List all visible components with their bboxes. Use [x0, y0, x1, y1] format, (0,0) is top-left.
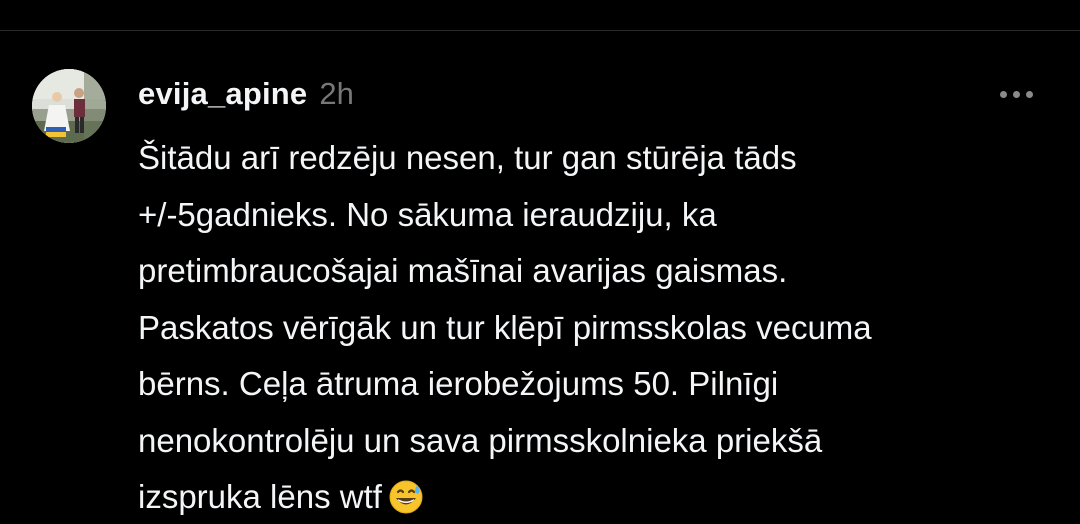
comment-line: Paskatos vērīgāk un tur klēpī pirmsskola…	[138, 308, 872, 346]
timestamp: 2h	[319, 76, 354, 111]
more-options-button[interactable]	[994, 80, 1038, 108]
comment-body: Šitādu arī redzēju nesen, tur gan stūrēj…	[138, 130, 1038, 524]
comment-line: +/-5gadnieks. No sākuma ieraudziju, ka	[138, 195, 717, 233]
username-link[interactable]: evija_apine	[138, 76, 307, 112]
comment-line: izspruka lēns wtf	[138, 478, 382, 515]
avatar-photo	[32, 69, 106, 143]
comment-header: evija_apine 2h	[138, 74, 354, 114]
comment-line: nenokontrolēju un sava pirmsskolnieka pr…	[138, 421, 823, 459]
comment-line: bērns. Ceļa ātruma ierobežojums 50. Piln…	[138, 365, 779, 402]
more-horizontal-icon	[999, 90, 1007, 98]
comment-last-line: izspruka lēns wtf	[138, 469, 1038, 524]
more-horizontal-icon-dot	[1025, 90, 1033, 98]
grinning-face-with-sweat-icon	[388, 476, 424, 524]
top-divider	[0, 30, 1080, 31]
avatar[interactable]	[32, 69, 106, 143]
comment-line: Šitādu arī redzēju nesen, tur gan stūrēj…	[138, 139, 797, 176]
more-horizontal-icon-dot	[1012, 90, 1020, 98]
comment-line: pretimbraucošajai mašīnai avarijas gaism…	[138, 252, 788, 289]
